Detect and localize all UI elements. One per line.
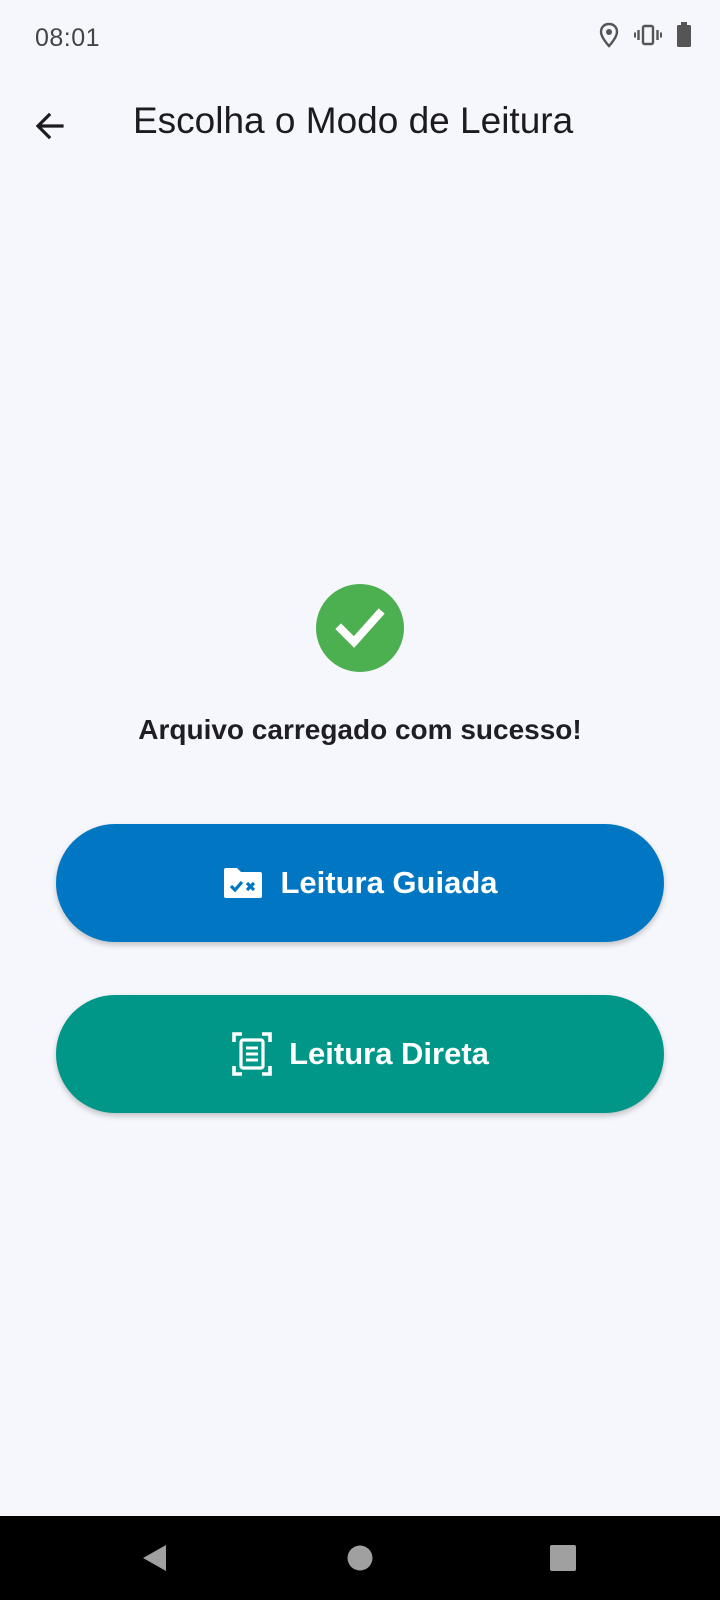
folder-check-icon (224, 868, 263, 898)
back-button[interactable] (22, 98, 78, 154)
direct-reading-button[interactable]: Leitura Direta (56, 995, 664, 1113)
guided-reading-label: Leitura Guiada (280, 865, 498, 900)
location-icon (599, 22, 619, 48)
page-title: Escolha o Modo de Leitura (133, 100, 574, 141)
checkmark-icon (335, 608, 385, 648)
nav-home-icon (347, 1545, 373, 1571)
direct-reading-label: Leitura Direta (289, 1036, 489, 1071)
nav-back-icon (143, 1545, 166, 1571)
status-icons (598, 22, 692, 48)
nav-recents-icon (550, 1545, 576, 1571)
success-message: Arquivo carregado com sucesso! (138, 714, 582, 745)
guided-reading-button[interactable]: Leitura Guiada (56, 824, 664, 942)
status-time: 08:01 (35, 24, 101, 52)
nav-back-button[interactable] (112, 1516, 196, 1600)
check-circle-icon (316, 584, 404, 672)
status-bar: 08:01 (0, 0, 720, 78)
nav-recents-button[interactable] (521, 1516, 605, 1600)
app-bar: Escolha o Modo de Leitura (0, 78, 720, 170)
arrow-back-icon (35, 112, 64, 140)
vibrate-icon (634, 24, 662, 46)
nav-home-button[interactable] (318, 1516, 402, 1600)
navigation-bar (0, 1516, 720, 1600)
battery-icon (677, 22, 691, 47)
document-scan-icon (232, 1032, 272, 1076)
